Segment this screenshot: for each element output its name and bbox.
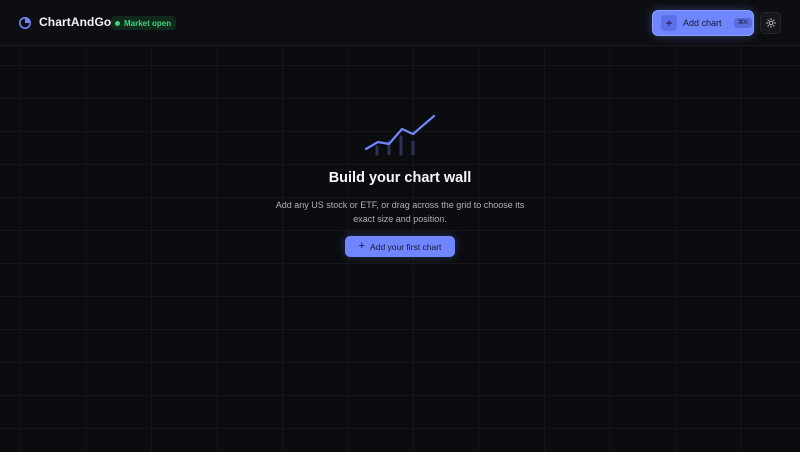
- theme-toggle-button[interactable]: [760, 12, 781, 34]
- add-first-chart-label: Add your first chart: [370, 241, 442, 252]
- plus-icon: +: [661, 15, 677, 31]
- shortcut-hint: ⌘K: [733, 18, 753, 28]
- plus-icon: +: [358, 240, 366, 252]
- add-first-chart-button[interactable]: + Add your first chart: [345, 236, 455, 257]
- market-status-badge: Market open: [111, 16, 177, 30]
- market-status-label: Market open: [124, 18, 172, 28]
- top-bar: ChartAndGo Market open + Add chart ⌘K: [0, 0, 800, 46]
- brand-name[interactable]: ChartAndGo: [39, 15, 111, 29]
- sun-icon: [765, 18, 776, 28]
- status-dot-icon: [115, 20, 120, 26]
- add-chart-button[interactable]: + Add chart ⌘K: [652, 10, 754, 36]
- empty-state-description: Add any US stock or ETF, or drag across …: [275, 200, 525, 224]
- chart-trend-icon: [364, 114, 436, 156]
- empty-state-title: Build your chart wall: [328, 170, 472, 186]
- add-chart-label: Add chart: [683, 18, 722, 28]
- pie-chart-icon: [19, 17, 31, 29]
